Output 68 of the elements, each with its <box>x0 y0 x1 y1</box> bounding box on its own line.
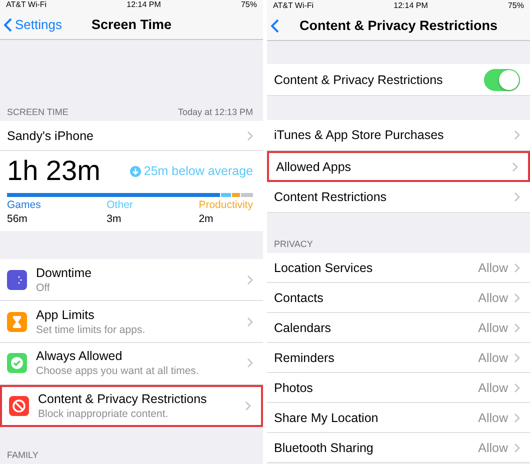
toggle-label: Content & Privacy Restrictions <box>274 72 444 86</box>
settings-row[interactable]: Always Allowed Choose apps you want at all times. <box>0 342 263 385</box>
settings-row[interactable]: Downtime Off <box>0 259 263 302</box>
settings-row[interactable]: Calendars Allow <box>267 313 530 343</box>
chevron-icon <box>247 274 253 285</box>
category-name: Other <box>106 199 133 212</box>
down-arrow-icon <box>130 166 141 177</box>
settings-row[interactable]: Contacts Allow <box>267 283 530 313</box>
settings-row[interactable]: iTunes & App Store Purchases <box>267 120 530 151</box>
category-time: 3m <box>106 213 122 226</box>
battery-label: 75% <box>240 0 257 10</box>
chevron-icon <box>514 262 520 272</box>
screen-title: Screen Time <box>91 17 172 32</box>
chevron-icon <box>514 442 520 452</box>
section-header: PRIVACY <box>274 239 313 249</box>
chevron-icon <box>247 358 253 368</box>
row-subtitle: Choose apps you want at all times. <box>36 365 200 378</box>
settings-row[interactable]: Content Restrictions <box>267 182 530 213</box>
clock-label: 12:14 PM <box>126 0 161 10</box>
chevron-icon <box>514 192 520 202</box>
chevron-icon <box>514 322 520 332</box>
row-subtitle: Off <box>36 282 51 294</box>
section-header: FAMILY <box>7 450 38 460</box>
toggle-switch[interactable] <box>484 68 520 90</box>
chevron-icon <box>514 382 520 392</box>
back-button[interactable]: Settings <box>4 14 62 35</box>
hourglass-icon <box>7 312 27 332</box>
total-time: 1h 23m <box>7 155 100 188</box>
settings-row[interactable]: Content & Privacy Restrictions Block inappropriate content. <box>0 384 263 427</box>
clock-label: 12:14 PM <box>394 0 428 10</box>
settings-row[interactable]: App Limits Set time limits for apps. <box>0 301 263 343</box>
chevron-icon <box>247 130 253 141</box>
back-label: Settings <box>15 17 62 32</box>
row-title: Always Allowed <box>36 349 124 364</box>
chevron-icon <box>514 292 520 302</box>
chevron-icon <box>514 352 520 362</box>
chevron-icon <box>247 316 253 327</box>
updated-time: Today at 12:13 PM <box>178 107 253 118</box>
screen-title: Content & Privacy Restrictions <box>299 18 498 33</box>
chevron-icon <box>514 130 520 140</box>
prohibited-icon <box>9 396 29 416</box>
section-header: SCREEN TIME <box>7 107 68 118</box>
row-subtitle: Block inappropriate content. <box>38 408 170 420</box>
settings-row[interactable]: Photos Allow <box>267 373 530 403</box>
row-title: Content & Privacy Restrictions <box>38 392 208 406</box>
settings-row[interactable]: Location Services Allow <box>267 253 530 283</box>
settings-row[interactable]: Allowed Apps <box>267 151 530 182</box>
category-name: Games <box>7 199 41 212</box>
back-chevron-icon <box>4 18 12 32</box>
row-title: App Limits <box>36 308 96 322</box>
device-row[interactable]: Sandy's iPhone <box>0 121 263 152</box>
row-title: Downtime <box>36 266 93 280</box>
back-chevron-icon <box>271 18 279 32</box>
chevron-icon <box>514 412 520 422</box>
carrier-label: AT&T Wi-Fi <box>6 0 47 10</box>
checkmark-badge-icon <box>7 353 27 374</box>
settings-row[interactable]: Share My Location Allow <box>267 403 530 433</box>
chevron-icon <box>512 162 518 172</box>
row-subtitle: Set time limits for apps. <box>36 324 146 336</box>
category-time: 2m <box>198 213 214 226</box>
settings-row[interactable]: Bluetooth Sharing Allow <box>267 433 530 463</box>
category-name: Productivity <box>198 199 253 212</box>
settings-row[interactable]: Reminders Allow <box>267 343 530 373</box>
carrier-label: AT&T Wi-Fi <box>273 0 314 10</box>
trend-label: 25m below average <box>144 164 253 178</box>
battery-label: 75% <box>508 0 524 10</box>
category-time: 56m <box>7 213 28 226</box>
chevron-icon <box>245 400 251 411</box>
